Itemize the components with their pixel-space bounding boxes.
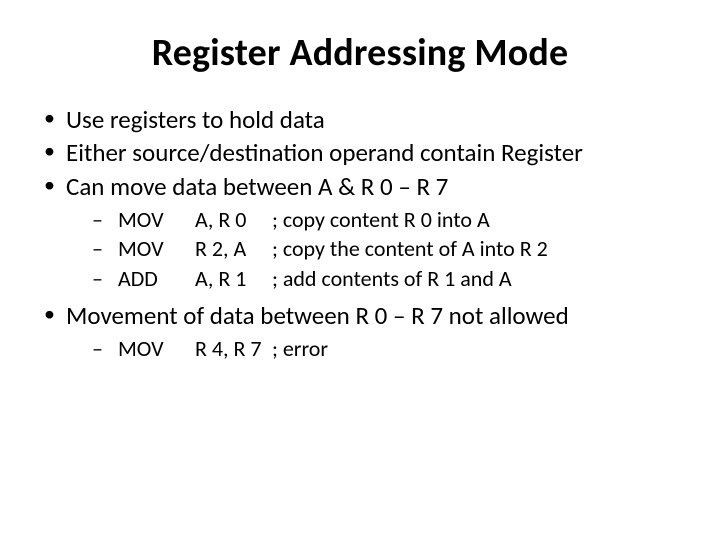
slide-title: Register Addressing Mode	[40, 30, 680, 76]
operands: A, R 1	[195, 265, 267, 294]
bullet-item: Movement of data between R 0 – R 7 not a…	[40, 300, 680, 364]
bullet-item: Use registers to hold data	[40, 104, 680, 135]
comment: ; copy the content of A into R 2	[272, 235, 548, 262]
bullet-item: Either source/destination operand contai…	[40, 137, 680, 168]
bullet-item: Can move data between A & R 0 – R 7 MOV …	[40, 171, 680, 294]
example-row: MOV R 2, A ; copy the content of A into …	[66, 235, 680, 264]
bullet-list: Use registers to hold data Either source…	[40, 104, 680, 363]
example-list: MOV A, R 0 ; copy content R 0 into A MOV…	[66, 206, 680, 294]
example-row: ADD A, R 1 ; add contents of R 1 and A	[66, 265, 680, 294]
comment: ; error	[272, 335, 328, 362]
bullet-text: Movement of data between R 0 – R 7 not a…	[66, 300, 569, 331]
mnemonic: MOV	[118, 206, 190, 235]
comment: ; copy content R 0 into A	[272, 206, 490, 233]
operands: R 4, R 7	[195, 335, 267, 364]
mnemonic: ADD	[118, 265, 190, 294]
code-row: MOV R 4, R 7 ; error	[118, 335, 328, 364]
operands: A, R 0	[195, 206, 267, 235]
mnemonic: MOV	[118, 335, 190, 364]
example-row: MOV R 4, R 7 ; error	[66, 335, 680, 364]
slide: Register Addressing Mode Use registers t…	[0, 0, 720, 540]
code-row: ADD A, R 1 ; add contents of R 1 and A	[118, 265, 512, 294]
code-row: MOV A, R 0 ; copy content R 0 into A	[118, 206, 490, 235]
bullet-text: Can move data between A & R 0 – R 7	[66, 171, 448, 202]
operands: R 2, A	[195, 235, 267, 264]
mnemonic: MOV	[118, 235, 190, 264]
example-row: MOV A, R 0 ; copy content R 0 into A	[66, 206, 680, 235]
comment: ; add contents of R 1 and A	[272, 265, 512, 292]
example-list: MOV R 4, R 7 ; error	[66, 335, 680, 364]
code-row: MOV R 2, A ; copy the content of A into …	[118, 235, 548, 264]
